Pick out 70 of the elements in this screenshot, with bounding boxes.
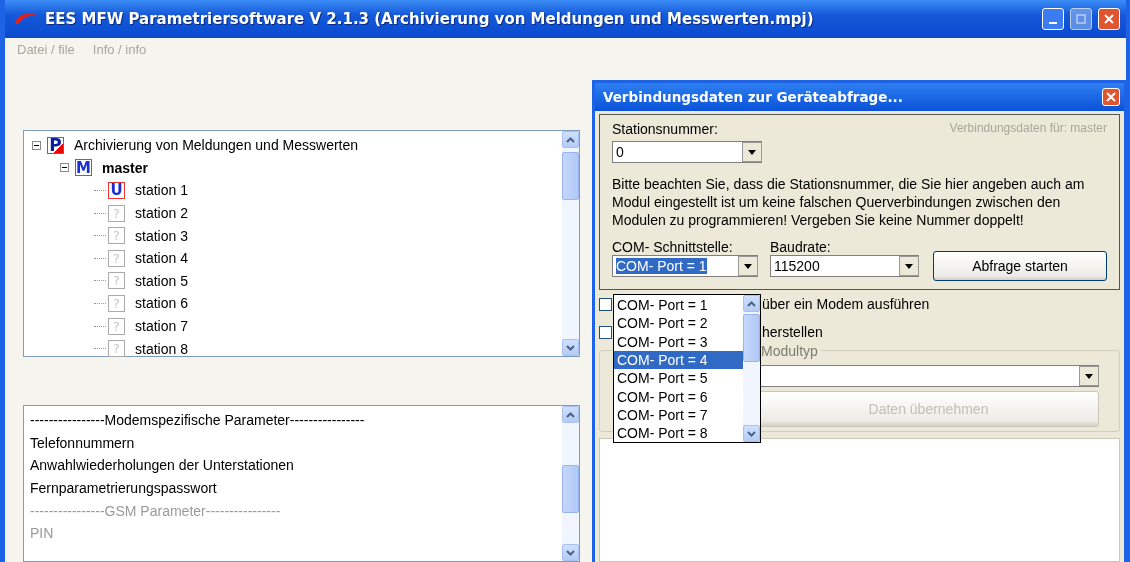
station-dropdown[interactable]: 0 bbox=[612, 141, 762, 163]
dropdown-option[interactable]: COM- Port = 6 bbox=[614, 387, 743, 406]
dropdown-option[interactable]: COM- Port = 3 bbox=[614, 332, 743, 351]
scroll-down-icon[interactable] bbox=[562, 544, 579, 561]
close-icon bbox=[1103, 13, 1115, 25]
collapse-icon[interactable] bbox=[32, 140, 41, 150]
scroll-thumb[interactable] bbox=[562, 152, 579, 200]
node-icon: ? bbox=[108, 340, 125, 358]
group-label: Modultyp bbox=[758, 343, 821, 359]
dropdown-option[interactable]: COM- Port = 1 bbox=[614, 296, 743, 315]
checkbox-label[interactable]: herstellen bbox=[762, 324, 823, 340]
checkbox[interactable] bbox=[599, 297, 612, 311]
maximize-icon bbox=[1076, 14, 1086, 24]
tree-item[interactable]: station 5 bbox=[135, 272, 188, 289]
collapse-icon[interactable] bbox=[60, 163, 69, 173]
scroll-thumb[interactable] bbox=[743, 314, 760, 362]
field-label: Baudrate: bbox=[770, 239, 832, 255]
window-title: EES MFW Parametriersoftware V 2.1.3 (Archivierung von Meldungen und Messwerten.mpj) bbox=[45, 10, 815, 28]
scrollbar[interactable] bbox=[562, 406, 579, 561]
checkbox[interactable] bbox=[599, 325, 612, 339]
com-port-dropdown[interactable]: COM- Port = 1 bbox=[612, 255, 758, 277]
tree-item[interactable]: station 3 bbox=[135, 227, 188, 244]
minimize-button[interactable] bbox=[1042, 8, 1064, 30]
tree-item[interactable]: master bbox=[102, 159, 148, 176]
minimize-icon bbox=[1049, 22, 1057, 24]
field-label: COM- Schnittstelle: bbox=[612, 239, 734, 255]
checkbox-label[interactable]: über ein Modem ausführen bbox=[762, 296, 930, 312]
start-query-button[interactable]: Abfrage starten bbox=[933, 251, 1107, 281]
scrollbar[interactable] bbox=[562, 131, 579, 356]
list-item[interactable]: Anwahlwiederholungen der Unterstationen bbox=[30, 457, 294, 474]
scroll-up-icon[interactable] bbox=[743, 295, 760, 312]
scroll-up-icon[interactable] bbox=[562, 406, 579, 423]
info-label: Verbindungsdaten für: master bbox=[949, 121, 1107, 137]
tree-item[interactable]: station 1 bbox=[135, 182, 188, 199]
tree-item[interactable]: station 2 bbox=[135, 205, 188, 222]
scroll-thumb[interactable] bbox=[562, 465, 579, 513]
tree-item[interactable]: station 8 bbox=[135, 340, 188, 357]
node-icon: P bbox=[47, 136, 64, 154]
dropdown-option[interactable]: COM- Port = 4 bbox=[614, 350, 743, 370]
tree-item[interactable]: station 6 bbox=[135, 295, 188, 312]
tree-item[interactable]: station 4 bbox=[135, 250, 188, 267]
node-icon: U bbox=[108, 182, 125, 199]
node-icon: ? bbox=[108, 204, 125, 222]
scrollbar[interactable] bbox=[743, 295, 760, 442]
scroll-down-icon[interactable] bbox=[562, 339, 579, 356]
module-type-dropdown[interactable] bbox=[758, 365, 1099, 387]
scroll-down-icon[interactable] bbox=[743, 425, 760, 442]
list-item[interactable]: Telefonnummern bbox=[30, 434, 135, 451]
dialog-title: Verbindungsdaten zur Geräteabfrage... bbox=[603, 89, 904, 105]
node-icon: ? bbox=[108, 317, 125, 335]
baudrate-dropdown[interactable]: 115200 bbox=[770, 255, 919, 277]
node-icon: ? bbox=[108, 249, 125, 267]
dropdown-option[interactable]: COM- Port = 8 bbox=[614, 424, 743, 443]
close-button[interactable] bbox=[1102, 88, 1120, 106]
list-item[interactable]: ----------------Modemspezifische Parameter---------------- bbox=[30, 412, 365, 429]
tree-item[interactable]: station 7 bbox=[135, 318, 188, 335]
node-icon: ? bbox=[108, 227, 125, 245]
close-button[interactable] bbox=[1098, 8, 1120, 30]
node-icon: M bbox=[75, 159, 92, 177]
dropdown-option[interactable]: COM- Port = 7 bbox=[614, 405, 743, 425]
tree-item[interactable]: Archivierung von Meldungen und Messwerten bbox=[74, 137, 359, 154]
scroll-up-icon[interactable] bbox=[562, 131, 579, 148]
node-icon: ? bbox=[108, 294, 125, 312]
close-icon bbox=[1106, 92, 1116, 102]
dropdown-option[interactable]: COM- Port = 5 bbox=[614, 369, 743, 388]
hint-text: Bitte beachten Sie, dass die Stationsnummer, die Sie hier angeben auch am Modul eingestellt ist um keine falschen Querverbindungen zwischen den Modulen zu programmieren! Vergeben Sie keine Nummer doppelt! bbox=[612, 175, 1086, 229]
list-item[interactable]: Fernparametrierungspasswort bbox=[30, 480, 217, 497]
dropdown-option[interactable]: COM- Port = 2 bbox=[614, 314, 743, 333]
node-icon: ? bbox=[108, 272, 125, 290]
field-label: Stationsnummer: bbox=[612, 121, 718, 137]
